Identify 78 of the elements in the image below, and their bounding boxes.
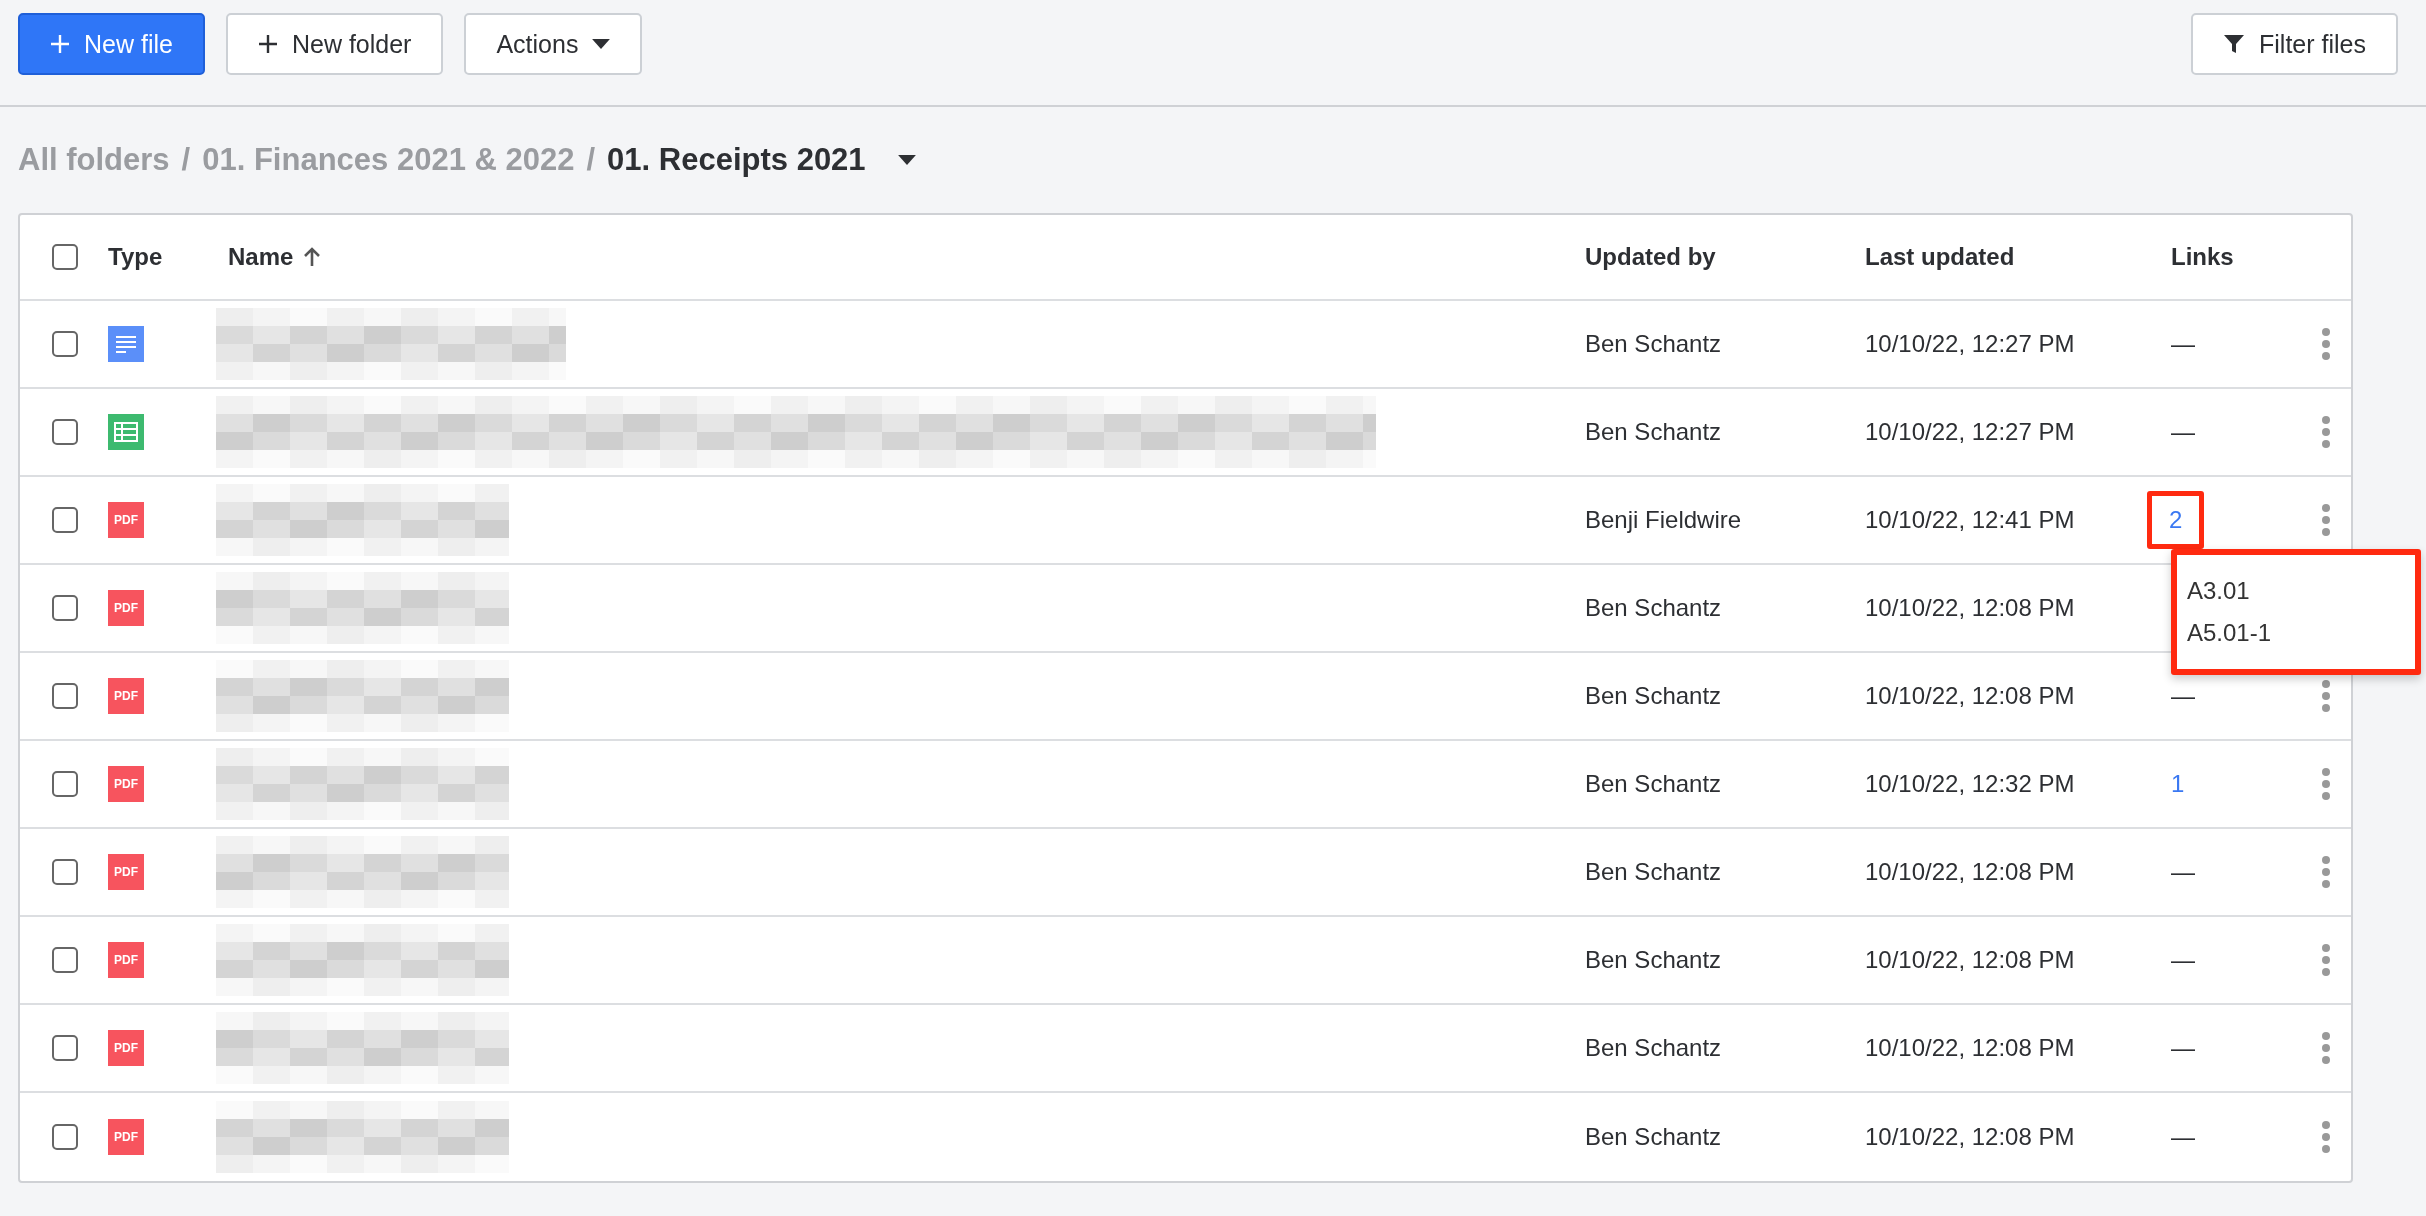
row-checkbox[interactable] [52,595,78,621]
table-cell: 10/10/22, 12:08 PM [1865,594,2075,622]
more-options-icon[interactable] [2321,503,2331,537]
table-cell: Ben Schantz [1585,858,1722,886]
current-folder[interactable]: 01. Receipts 2021 [607,142,866,178]
table-cell: Ben Schantz [1585,1123,1722,1151]
toolbar-button[interactable]: New file [18,13,205,75]
more-options-icon[interactable] [2321,1031,2331,1065]
document-icon [108,326,144,362]
table-cell: Ben Schantz [1585,594,1722,622]
breadcrumb-separator: / [181,142,191,178]
row-checkbox[interactable] [52,1124,78,1150]
table-cell: 10/10/22, 12:27 PM [1865,418,2075,446]
more-options-icon[interactable] [2321,679,2331,713]
popup-link-item[interactable]: A5.01-1 [2187,619,2415,647]
plus-icon [50,34,70,54]
pdf-icon: PDF [108,1030,144,1066]
table-cell: 10/10/22, 12:32 PM [1865,770,2075,798]
row-checkbox[interactable] [52,771,78,797]
row-checkbox[interactable] [52,507,78,533]
table-cell: 10/10/22, 12:41 PM [1865,506,2075,534]
table-cell: 10/10/22, 12:08 PM [1865,946,2075,974]
table-cell: 10/10/22, 12:08 PM [1865,1123,2075,1151]
table-cell: — [2171,418,2195,446]
pdf-icon: PDF [108,1119,144,1155]
pdf-icon: PDF [108,766,144,802]
table-cell: 10/10/22, 12:08 PM [1865,682,2075,710]
more-options-icon[interactable] [2321,855,2331,889]
table-cell: — [2171,1034,2195,1062]
select-all-checkbox[interactable] [52,244,78,270]
more-options-icon[interactable] [2321,415,2331,449]
spreadsheet-icon [108,414,144,450]
pdf-icon: PDF [108,678,144,714]
table-cell: — [2171,858,2195,886]
breadcrumb-separator: / [586,142,596,178]
sort-arrow-icon [303,246,322,268]
table-cell: Ben Schantz [1585,682,1722,710]
column-header[interactable]: Type [108,243,163,271]
caret-icon [592,39,611,49]
row-checkbox[interactable] [52,419,78,445]
table-cell: Ben Schantz [1585,418,1722,446]
pdf-icon: PDF [108,942,144,978]
more-options-icon[interactable] [2321,767,2331,801]
column-header[interactable]: Name [228,243,322,271]
row-checkbox[interactable] [52,859,78,885]
table-cell: Ben Schantz [1585,1034,1722,1062]
row-checkbox[interactable] [52,331,78,357]
more-options-icon[interactable] [2321,327,2331,361]
column-header[interactable]: Links [2171,243,2234,271]
table-cell: — [2171,330,2195,358]
toolbar-button[interactable]: New folder [225,13,444,75]
caret-icon [897,155,916,165]
pdf-icon: PDF [108,590,144,626]
table-cell: 10/10/22, 12:08 PM [1865,858,2075,886]
pdf-icon: PDF [108,502,144,538]
table-cell: — [2171,1123,2195,1151]
toolbar-button[interactable]: Actions [464,13,643,75]
column-header[interactable]: Last updated [1865,243,2015,271]
filter-button[interactable]: Filter files [2191,13,2398,75]
table-cell: Benji Fieldwire [1585,506,1742,534]
pdf-icon: PDF [108,854,144,890]
links-count-link[interactable]: 1 [2171,770,2185,798]
table-cell: 10/10/22, 12:27 PM [1865,330,2075,358]
table-cell: 10/10/22, 12:08 PM [1865,1034,2075,1062]
row-checkbox[interactable] [52,683,78,709]
table-cell: Ben Schantz [1585,330,1722,358]
column-header[interactable]: Updated by [1585,243,1716,271]
row-checkbox[interactable] [52,1035,78,1061]
plus-icon [257,34,278,54]
table-cell: Ben Schantz [1585,770,1722,798]
more-options-icon[interactable] [2321,1120,2331,1154]
more-options-icon[interactable] [2321,943,2331,977]
row-checkbox[interactable] [52,947,78,973]
filter-icon [2223,33,2246,55]
popup-link-item[interactable]: A3.01 [2187,577,2415,605]
table-cell: — [2171,682,2195,710]
table-cell: Ben Schantz [1585,946,1722,974]
table-cell: — [2171,946,2195,974]
